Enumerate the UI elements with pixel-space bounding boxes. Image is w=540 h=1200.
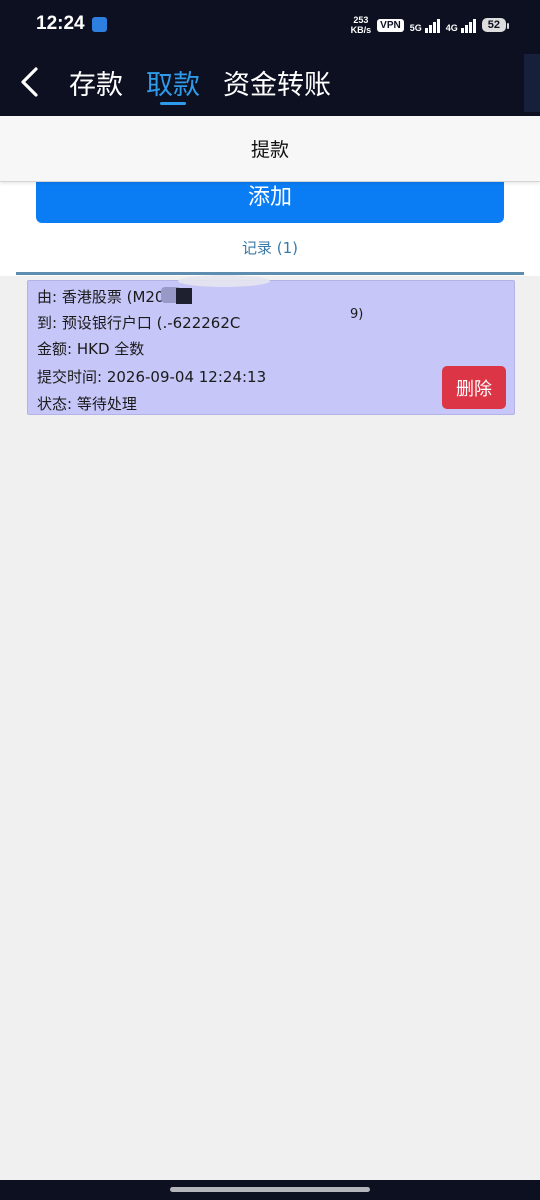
record-submitted-time: 提交时间: 2026-09-04 12:24:13 <box>37 368 267 386</box>
record-status: 状态: 等待处理 <box>37 395 137 413</box>
back-button[interactable] <box>18 65 42 99</box>
signal-5g-label: 5G <box>409 23 422 33</box>
signal-4g-icon: 4G <box>446 17 476 33</box>
status-time: 12:24 <box>36 13 85 34</box>
tab-fund-transfer[interactable]: 资金转账 <box>223 63 331 102</box>
top-nav: 存款 取款 资金转账 <box>0 50 540 116</box>
redaction-block <box>176 288 192 304</box>
record-to: 到: 预设银行户口 (.-622262C <box>37 314 241 332</box>
status-bar: 12:24 253 KB/s VPN 5G 4G 52 <box>0 0 540 50</box>
network-speed: 253 KB/s <box>351 15 372 35</box>
nav-edge <box>524 54 540 112</box>
gesture-bar <box>0 1180 540 1200</box>
status-icons: 253 KB/s VPN 5G 4G 52 <box>351 13 510 37</box>
page-title: 提款 <box>250 139 289 161</box>
network-speed-value: 253 <box>353 15 369 25</box>
redaction-smear <box>178 275 270 287</box>
home-indicator[interactable] <box>170 1187 370 1192</box>
battery-icon: 52 <box>481 18 510 32</box>
records-divider <box>16 272 524 275</box>
record-to-fragment: 9) <box>350 307 364 322</box>
record-amount: 金额: HKD 全数 <box>37 340 145 358</box>
withdrawal-record: 由: 香港股票 (M20 到: 预设银行户口 (.-622262C 9) 金额:… <box>27 275 515 415</box>
records-link[interactable]: 记录 (1) <box>0 237 540 258</box>
tab-deposit[interactable]: 存款 <box>69 63 123 102</box>
record-from: 由: 香港股票 (M20 <box>37 288 165 306</box>
page-header: 提款 <box>0 116 540 182</box>
chevron-left-icon <box>21 67 38 97</box>
signal-5g-icon: 5G <box>410 17 440 33</box>
vpn-icon: VPN <box>377 18 404 32</box>
app-notification-icon <box>92 17 107 32</box>
delete-button[interactable]: 删除 <box>442 366 506 409</box>
signal-4g-label: 4G <box>445 23 458 33</box>
active-tab-indicator <box>160 102 186 105</box>
tab-withdraw[interactable]: 取款 <box>146 63 200 102</box>
network-speed-unit: KB/s <box>350 25 372 35</box>
